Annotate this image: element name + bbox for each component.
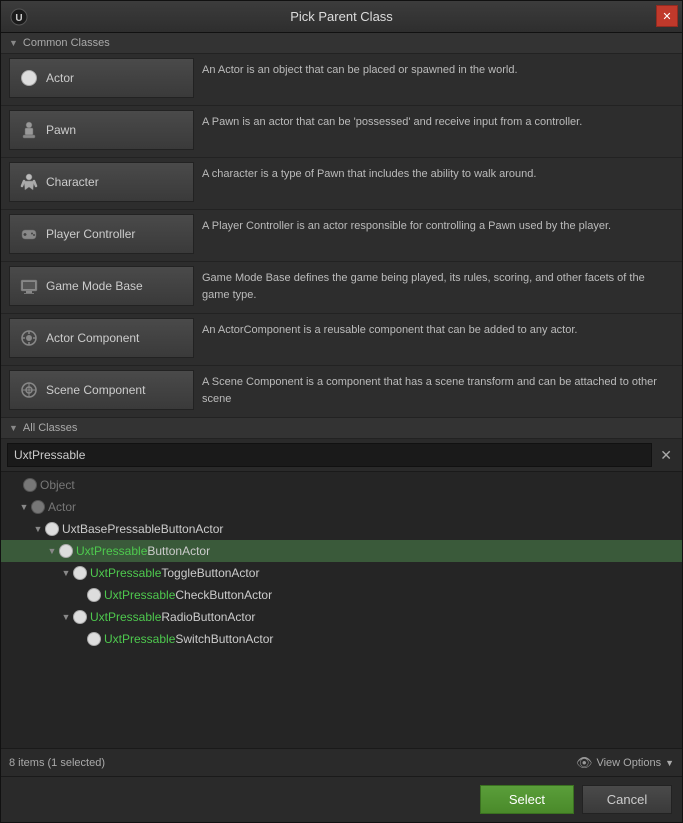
common-classes-arrow: ▼ — [9, 38, 18, 48]
ue-logo: U — [9, 7, 29, 27]
tree-label-uxtpressable: UxtPressableButtonActor — [76, 544, 210, 558]
pawn-button[interactable]: Pawn — [9, 110, 194, 150]
tree-view[interactable]: Object ▼ Actor ▼ UxtBasePressableButtonA… — [1, 472, 682, 748]
common-classes-label: Common Classes — [23, 37, 110, 49]
search-bar: ✕ — [1, 439, 682, 472]
view-options-label: View Options — [596, 757, 661, 769]
actor-component-description: An ActorComponent is a reusable componen… — [194, 318, 674, 343]
tree-item-toggle[interactable]: ▼ UxtPressableToggleButtonActor — [1, 562, 682, 584]
all-classes-section: ▼ All Classes ✕ Object ▼ Actor ▼ — [1, 418, 682, 776]
class-item-pawn: Pawn A Pawn is an actor that can be 'pos… — [1, 106, 682, 158]
actor-component-label: Actor Component — [46, 331, 139, 345]
tree-item-switch[interactable]: UxtPressableSwitchButtonActor — [1, 628, 682, 650]
all-classes-label: All Classes — [23, 422, 77, 434]
game-mode-icon — [18, 275, 40, 297]
tree-label-actor: Actor — [48, 500, 76, 514]
tree-label-radio: UxtPressableRadioButtonActor — [90, 610, 255, 624]
actor-tree-icon — [31, 500, 45, 514]
svg-text:U: U — [15, 13, 22, 24]
game-mode-label: Game Mode Base — [46, 279, 143, 293]
character-label: Character — [46, 175, 99, 189]
tree-arrow-uxtpressable: ▼ — [45, 546, 59, 556]
actor-label: Actor — [46, 71, 74, 85]
scene-component-label: Scene Component — [46, 383, 145, 397]
check-icon — [87, 588, 101, 602]
player-controller-icon — [18, 223, 40, 245]
class-item-scene-component: Scene Component A Scene Component is a c… — [1, 366, 682, 418]
character-description: A character is a type of Pawn that inclu… — [194, 162, 674, 187]
select-button[interactable]: Select — [480, 785, 574, 814]
pick-parent-class-dialog: U Pick Parent Class ✕ ▼ Common Classes A… — [0, 0, 683, 823]
tree-arrow-actor: ▼ — [17, 502, 31, 512]
player-controller-label: Player Controller — [46, 227, 135, 241]
class-item-actor-component: Actor Component An ActorComponent is a r… — [1, 314, 682, 366]
search-clear-button[interactable]: ✕ — [656, 445, 676, 466]
class-item-player-controller: Player Controller A Player Controller is… — [1, 210, 682, 262]
tree-item-uxtbase[interactable]: ▼ UxtBasePressableButtonActor — [1, 518, 682, 540]
character-button[interactable]: Character — [9, 162, 194, 202]
tree-label-check: UxtPressableCheckButtonActor — [104, 588, 272, 602]
scene-component-button[interactable]: Scene Component — [9, 370, 194, 410]
tree-arrow-radio: ▼ — [59, 612, 73, 622]
view-options-chevron: ▼ — [665, 758, 674, 768]
close-button[interactable]: ✕ — [656, 5, 678, 27]
switch-icon — [87, 632, 101, 646]
view-options-button[interactable]: 👁 View Options ▼ — [576, 755, 674, 771]
tree-arrow-toggle: ▼ — [59, 568, 73, 578]
player-controller-button[interactable]: Player Controller — [9, 214, 194, 254]
character-icon — [18, 171, 40, 193]
scene-component-description: A Scene Component is a component that ha… — [194, 370, 674, 411]
all-classes-arrow: ▼ — [9, 423, 18, 433]
class-item-character: Character A character is a type of Pawn … — [1, 158, 682, 210]
uxtpressable-icon — [59, 544, 73, 558]
tree-item-radio[interactable]: ▼ UxtPressableRadioButtonActor — [1, 606, 682, 628]
scene-component-icon — [18, 379, 40, 401]
tree-item-uxtpressable[interactable]: ▼ UxtPressableButtonActor — [1, 540, 682, 562]
pawn-icon — [18, 119, 40, 141]
common-classes-section: ▼ Common Classes Actor An Actor is an ob… — [1, 33, 682, 418]
title-bar: U Pick Parent Class ✕ — [1, 1, 682, 33]
common-classes-header: ▼ Common Classes — [1, 33, 682, 54]
status-text: 8 items (1 selected) — [9, 757, 105, 769]
class-item-game-mode: Game Mode Base Game Mode Base defines th… — [1, 262, 682, 314]
pawn-description: A Pawn is an actor that can be 'possesse… — [194, 110, 674, 135]
tree-label-switch: UxtPressableSwitchButtonActor — [104, 632, 273, 646]
status-bar: 8 items (1 selected) 👁 View Options ▼ — [1, 748, 682, 776]
tree-label-uxtbase: UxtBasePressableButtonActor — [62, 522, 223, 536]
tree-item-actor[interactable]: ▼ Actor — [1, 496, 682, 518]
pawn-label: Pawn — [46, 123, 76, 137]
uxtbase-icon — [45, 522, 59, 536]
tree-arrow-uxtbase: ▼ — [31, 524, 45, 534]
tree-item-object[interactable]: Object — [1, 474, 682, 496]
actor-button[interactable]: Actor — [9, 58, 194, 98]
class-item-actor: Actor An Actor is an object that can be … — [1, 54, 682, 106]
actor-component-icon — [18, 327, 40, 349]
tree-label-toggle: UxtPressableToggleButtonActor — [90, 566, 259, 580]
dialog-title: Pick Parent Class — [290, 9, 393, 24]
button-bar: Select Cancel — [1, 776, 682, 822]
object-icon — [23, 478, 37, 492]
actor-description: An Actor is an object that can be placed… — [194, 58, 674, 83]
toggle-icon — [73, 566, 87, 580]
game-mode-button[interactable]: Game Mode Base — [9, 266, 194, 306]
actor-icon — [18, 67, 40, 89]
game-mode-description: Game Mode Base defines the game being pl… — [194, 266, 674, 307]
search-input[interactable] — [7, 443, 652, 467]
actor-component-button[interactable]: Actor Component — [9, 318, 194, 358]
player-controller-description: A Player Controller is an actor responsi… — [194, 214, 674, 239]
eye-icon: 👁 — [576, 755, 593, 771]
radio-icon — [73, 610, 87, 624]
cancel-button[interactable]: Cancel — [582, 785, 672, 814]
all-classes-header: ▼ All Classes — [1, 418, 682, 439]
tree-label-object: Object — [40, 478, 75, 492]
tree-item-check[interactable]: UxtPressableCheckButtonActor — [1, 584, 682, 606]
